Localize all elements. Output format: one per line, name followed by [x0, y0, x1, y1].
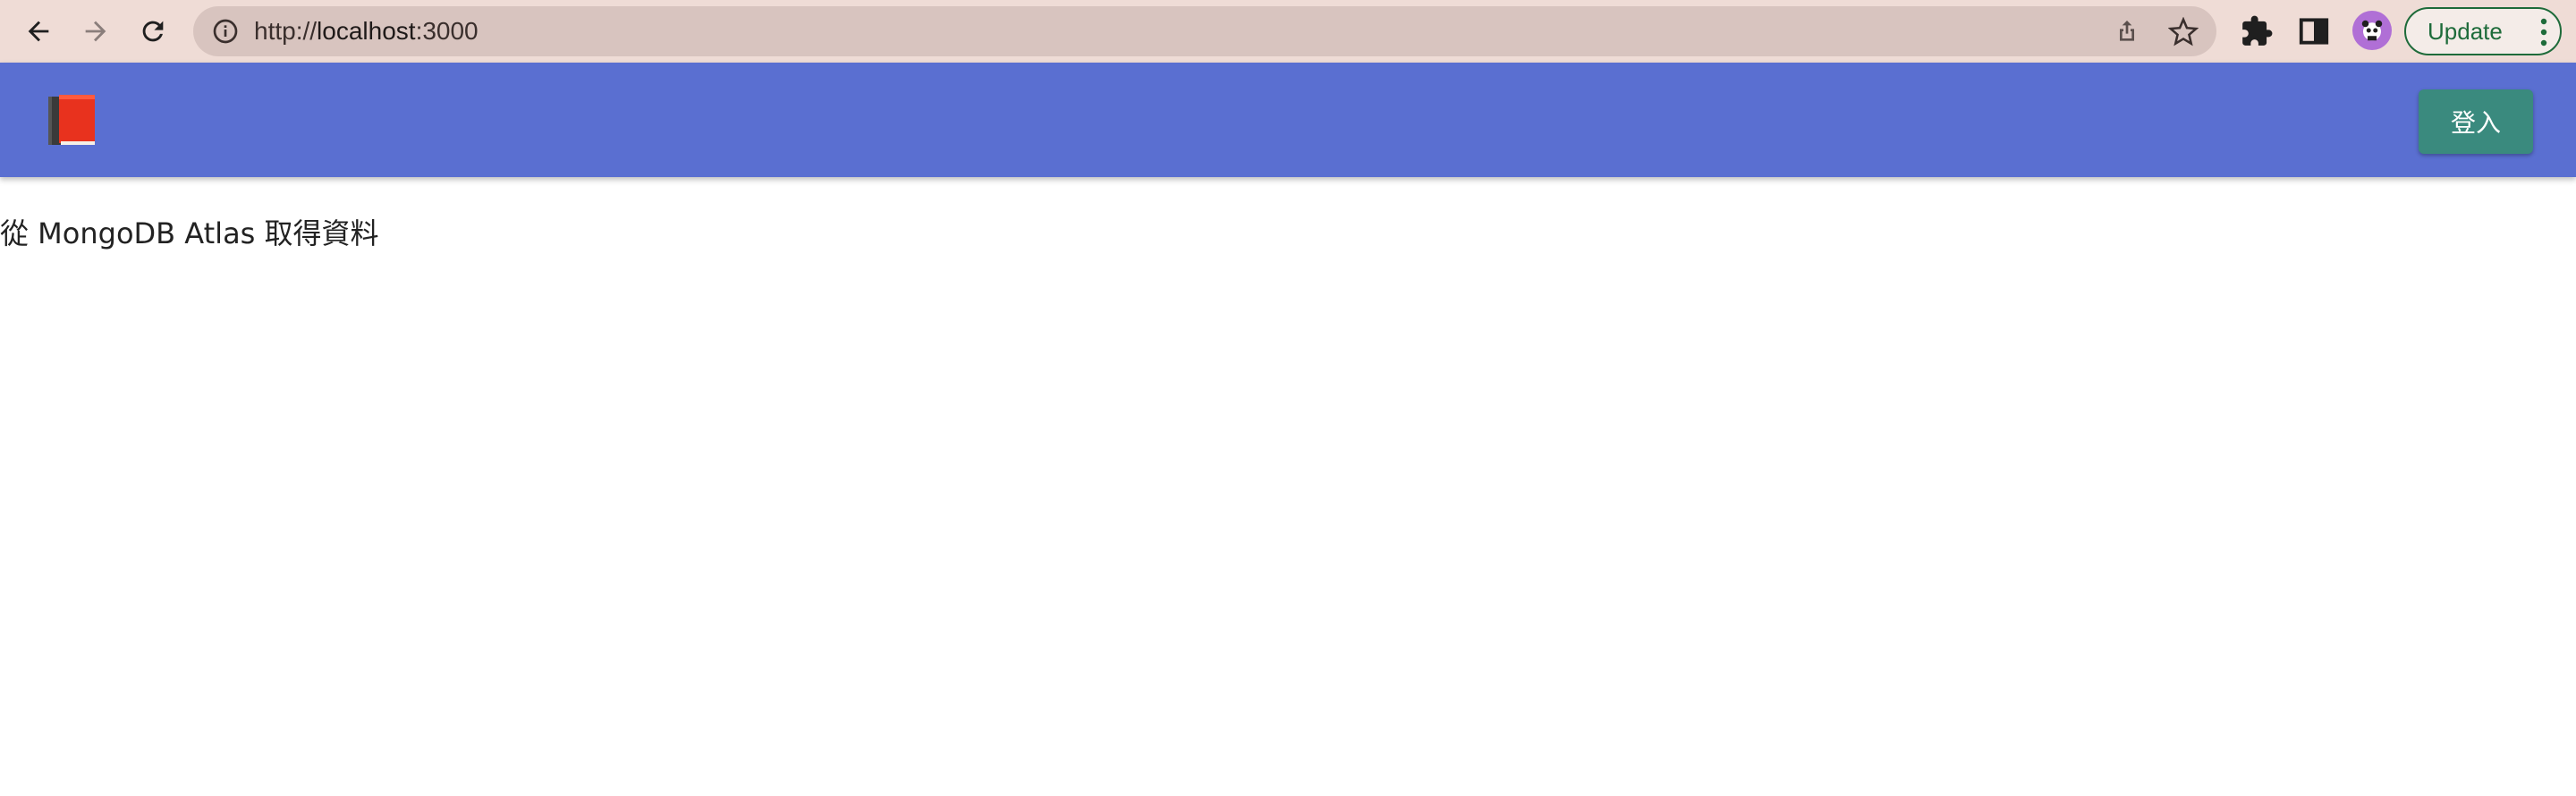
login-button[interactable]: 登入: [2419, 89, 2533, 154]
back-button[interactable]: [18, 11, 59, 52]
forward-button[interactable]: [75, 11, 116, 52]
star-icon[interactable]: [2168, 17, 2199, 47]
back-arrow-icon: [28, 21, 49, 42]
browser-toolbar: http://localhost:3000 Update: [0, 0, 2576, 63]
fetch-data-text: 從 MongoDB Atlas 取得資料: [0, 216, 379, 250]
update-button[interactable]: Update: [2404, 7, 2562, 55]
reload-icon: [142, 21, 164, 42]
url-port: :3000: [415, 17, 479, 45]
app-bar: 登入: [0, 63, 2576, 177]
url-host: localhost: [317, 17, 416, 45]
book-icon[interactable]: [45, 91, 98, 148]
forward-arrow-icon: [85, 21, 106, 42]
profile-panda-icon: [2361, 20, 2383, 41]
extensions-icon[interactable]: [2240, 14, 2274, 48]
avatar[interactable]: [2352, 11, 2392, 50]
info-icon[interactable]: [211, 17, 240, 46]
url-text[interactable]: http://localhost:3000: [254, 6, 479, 56]
side-panel-icon[interactable]: [2297, 14, 2331, 48]
update-label: Update: [2428, 17, 2503, 45]
url-scheme: http://: [254, 17, 318, 45]
share-icon[interactable]: [2113, 17, 2141, 46]
address-bar[interactable]: http://localhost:3000: [193, 6, 2216, 56]
reload-button[interactable]: [132, 11, 174, 52]
more-vert-icon[interactable]: [2540, 18, 2547, 47]
